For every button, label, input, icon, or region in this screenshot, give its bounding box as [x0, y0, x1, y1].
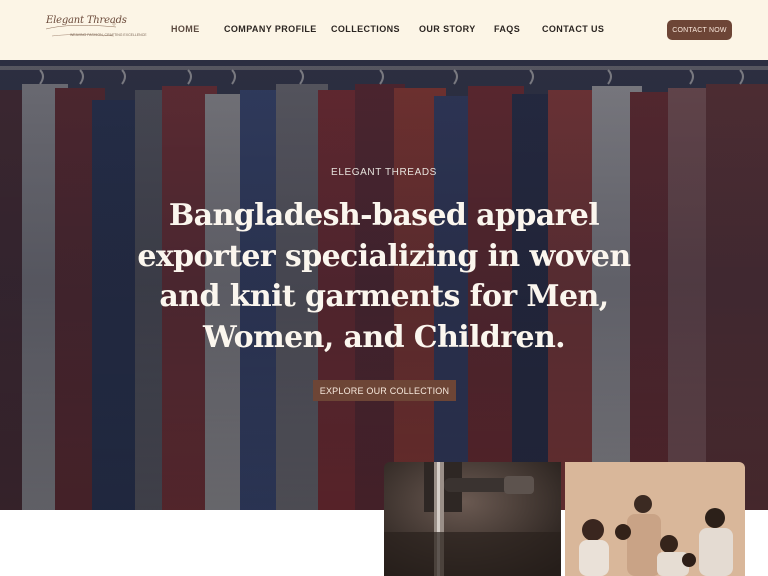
- site-header: Elegant Threads WEAVING FASHION, CRAFTIN…: [0, 0, 768, 60]
- logo-script-text: Elegant Threads: [46, 15, 127, 26]
- nav-our-story[interactable]: OUR STORY: [419, 24, 476, 34]
- nav-company-profile[interactable]: COMPANY PROFILE: [224, 24, 317, 34]
- hero-headline: Bangladesh-based apparel exporter specia…: [137, 198, 631, 355]
- explore-collection-button[interactable]: EXPLORE OUR COLLECTION: [313, 380, 456, 401]
- hero-section: ELEGANT THREADS Bangladesh-based apparel…: [0, 60, 768, 510]
- sewing-machine-photo: [384, 462, 561, 576]
- nav-home[interactable]: HOME: [171, 24, 200, 34]
- logo-tagline: WEAVING FASHION, CRAFTING EXCELLENCE: [70, 33, 147, 37]
- family-group-photo: [565, 462, 745, 576]
- contact-now-button[interactable]: CONTACT NOW: [667, 20, 732, 40]
- nav-faqs[interactable]: FAQS: [494, 24, 520, 34]
- brand-logo[interactable]: Elegant Threads WEAVING FASHION, CRAFTIN…: [44, 14, 147, 44]
- nav-collections[interactable]: COLLECTIONS: [331, 24, 400, 34]
- hero-eyebrow: ELEGANT THREADS: [331, 167, 437, 178]
- nav-contact-us[interactable]: CONTACT US: [542, 24, 604, 34]
- sewing-machine-image: [384, 462, 561, 576]
- family-group-image: [565, 462, 745, 576]
